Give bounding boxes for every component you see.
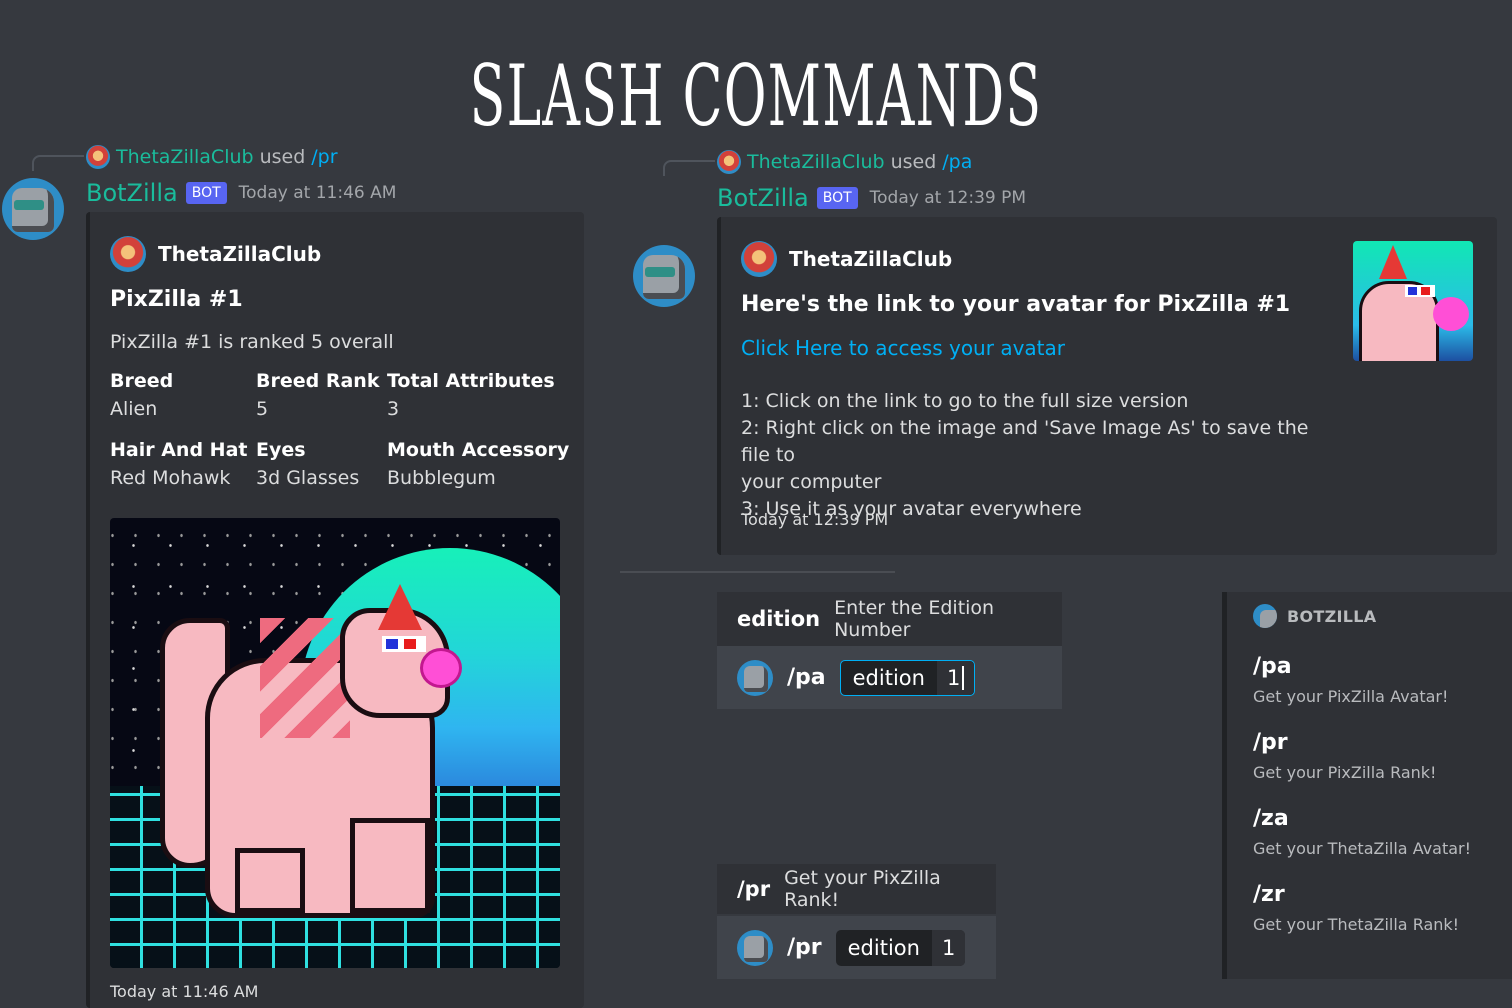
bot-avatar[interactable] xyxy=(633,245,695,307)
bot-avatar-icon xyxy=(737,659,773,696)
embed-title: PixZilla #1 xyxy=(110,287,243,312)
bot-name[interactable]: BotZilla xyxy=(86,179,178,207)
instructions: 1: Click on the link to go to the full s… xyxy=(741,388,1321,523)
text-caret xyxy=(962,665,965,690)
command-description: Get your ThetaZilla Rank! xyxy=(1253,915,1460,934)
avatar-thumbnail[interactable] xyxy=(1353,241,1473,361)
bot-avatar[interactable] xyxy=(2,178,64,240)
avatar-link[interactable]: Click Here to access your avatar xyxy=(741,336,1065,360)
reply-user[interactable]: ThetaZillaClub xyxy=(116,146,254,168)
bot-avatar-icon xyxy=(1253,604,1277,628)
edition-option-input[interactable]: edition 1 xyxy=(839,659,976,696)
embed-author: ThetaZillaClub xyxy=(110,236,321,272)
author-avatar-icon xyxy=(741,241,777,277)
field-name: Total Attributes xyxy=(387,370,555,392)
command-description: Get your PixZilla Rank! xyxy=(1253,763,1437,782)
field-name: Eyes xyxy=(256,439,306,461)
field-value: Bubblegum xyxy=(387,467,496,489)
field-mouth-accessory: Mouth Accessory Bubblegum xyxy=(387,439,569,489)
command-description: Get your PixZilla Avatar! xyxy=(1253,687,1449,706)
option-key: edition xyxy=(737,607,821,631)
embed-author-name: ThetaZillaClub xyxy=(789,247,953,271)
reply-command[interactable]: /pr xyxy=(311,146,337,168)
reply-reference[interactable]: ThetaZillaClub used /pa xyxy=(717,150,972,174)
message-header: BotZilla BOT Today at 12:39 PM xyxy=(717,184,1026,212)
field-eyes: Eyes 3d Glasses xyxy=(256,439,359,489)
embed-author: ThetaZillaClub xyxy=(741,241,952,277)
option-hint[interactable]: edition Enter the Edition Number xyxy=(717,592,1062,646)
field-hair-and-hat: Hair And Hat Red Mohawk xyxy=(110,439,247,489)
pixzilla-image[interactable] xyxy=(110,518,560,968)
command-input-bar[interactable]: /pr edition 1 xyxy=(717,916,996,979)
command-name: /zr xyxy=(1253,882,1285,907)
bot-avatar-icon xyxy=(737,929,773,966)
command-item-pa[interactable]: /pa Get your PixZilla Avatar! xyxy=(1227,654,1512,706)
reply-connector xyxy=(32,155,84,171)
instruction-line: 1: Click on the link to go to the full s… xyxy=(741,390,1189,412)
command-name: /pa xyxy=(787,665,826,690)
command-item-zr[interactable]: /zr Get your ThetaZilla Rank! xyxy=(1227,882,1512,934)
field-value: Alien xyxy=(110,398,158,420)
reply-used: used xyxy=(890,151,937,173)
message-timestamp[interactable]: Today at 12:39 PM xyxy=(870,188,1026,208)
user-avatar-icon xyxy=(717,150,741,174)
field-value: 3 xyxy=(387,398,400,420)
page-title: SLASH COMMANDS xyxy=(469,47,1043,145)
edition-option-input[interactable]: edition 1 xyxy=(835,929,966,966)
instruction-line: 2: Right click on the image and 'Save Im… xyxy=(741,417,1309,466)
embed-author-name: ThetaZillaClub xyxy=(158,242,322,266)
command-item-za[interactable]: /za Get your ThetaZilla Avatar! xyxy=(1227,806,1512,858)
reply-used: used xyxy=(259,146,306,168)
divider xyxy=(620,571,895,573)
command-input-bar[interactable]: /pa edition 1 xyxy=(717,646,1062,709)
instruction-line: your computer xyxy=(741,471,882,493)
command-name: /pa xyxy=(1253,654,1292,679)
command-description: Get your ThetaZilla Avatar! xyxy=(1253,839,1472,858)
command-name: /za xyxy=(1253,806,1289,831)
field-name: Hair And Hat xyxy=(110,439,248,461)
author-avatar-icon xyxy=(110,236,146,272)
command-description: Get your PixZilla Rank! xyxy=(784,867,941,911)
reply-connector xyxy=(663,160,715,176)
reply-reference[interactable]: ThetaZillaClub used /pr xyxy=(86,145,338,169)
command-name: /pr xyxy=(1253,730,1288,755)
embed-footer: Today at 12:39 PM xyxy=(741,510,889,529)
embed-description: PixZilla #1 is ranked 5 overall xyxy=(110,331,394,353)
reply-command[interactable]: /pa xyxy=(942,151,972,173)
message-timestamp[interactable]: Today at 11:46 AM xyxy=(239,183,397,203)
field-name: Mouth Accessory xyxy=(387,439,570,461)
command-hint[interactable]: /pr Get your PixZilla Rank! xyxy=(717,864,996,914)
field-value: 5 xyxy=(256,398,269,420)
option-label: edition xyxy=(847,935,920,960)
bot-tag: BOT xyxy=(185,182,227,204)
option-value[interactable]: 1 xyxy=(931,929,966,966)
option-value[interactable]: 1 xyxy=(936,660,975,695)
bot-name[interactable]: BotZilla xyxy=(717,184,809,212)
command-list-panel: BOTZILLA /pa Get your PixZilla Avatar! /… xyxy=(1222,592,1512,979)
command-item-pr[interactable]: /pr Get your PixZilla Rank! xyxy=(1227,730,1512,782)
bot-tag: BOT xyxy=(816,187,858,209)
reply-user[interactable]: ThetaZillaClub xyxy=(747,151,885,173)
field-breed-rank: Breed Rank 5 xyxy=(256,370,379,420)
field-value: 3d Glasses xyxy=(256,467,360,489)
bot-section-label: BOTZILLA xyxy=(1287,606,1377,626)
message-header: BotZilla BOT Today at 11:46 AM xyxy=(86,179,396,207)
command-list-header: BOTZILLA xyxy=(1227,592,1512,640)
embed-title: Here's the link to your avatar for PixZi… xyxy=(741,292,1291,317)
user-avatar-icon xyxy=(86,145,110,169)
command-name: /pr xyxy=(787,935,822,960)
field-total-attributes: Total Attributes 3 xyxy=(387,370,555,420)
embed-footer: Today at 11:46 AM xyxy=(110,982,259,1001)
command-key: /pr xyxy=(737,877,771,901)
field-name: Breed xyxy=(110,370,174,392)
option-description: Enter the Edition Number xyxy=(834,597,995,641)
option-label: edition xyxy=(852,665,925,690)
field-breed: Breed Alien xyxy=(110,370,173,420)
field-name: Breed Rank xyxy=(256,370,380,392)
field-value: Red Mohawk xyxy=(110,467,231,489)
